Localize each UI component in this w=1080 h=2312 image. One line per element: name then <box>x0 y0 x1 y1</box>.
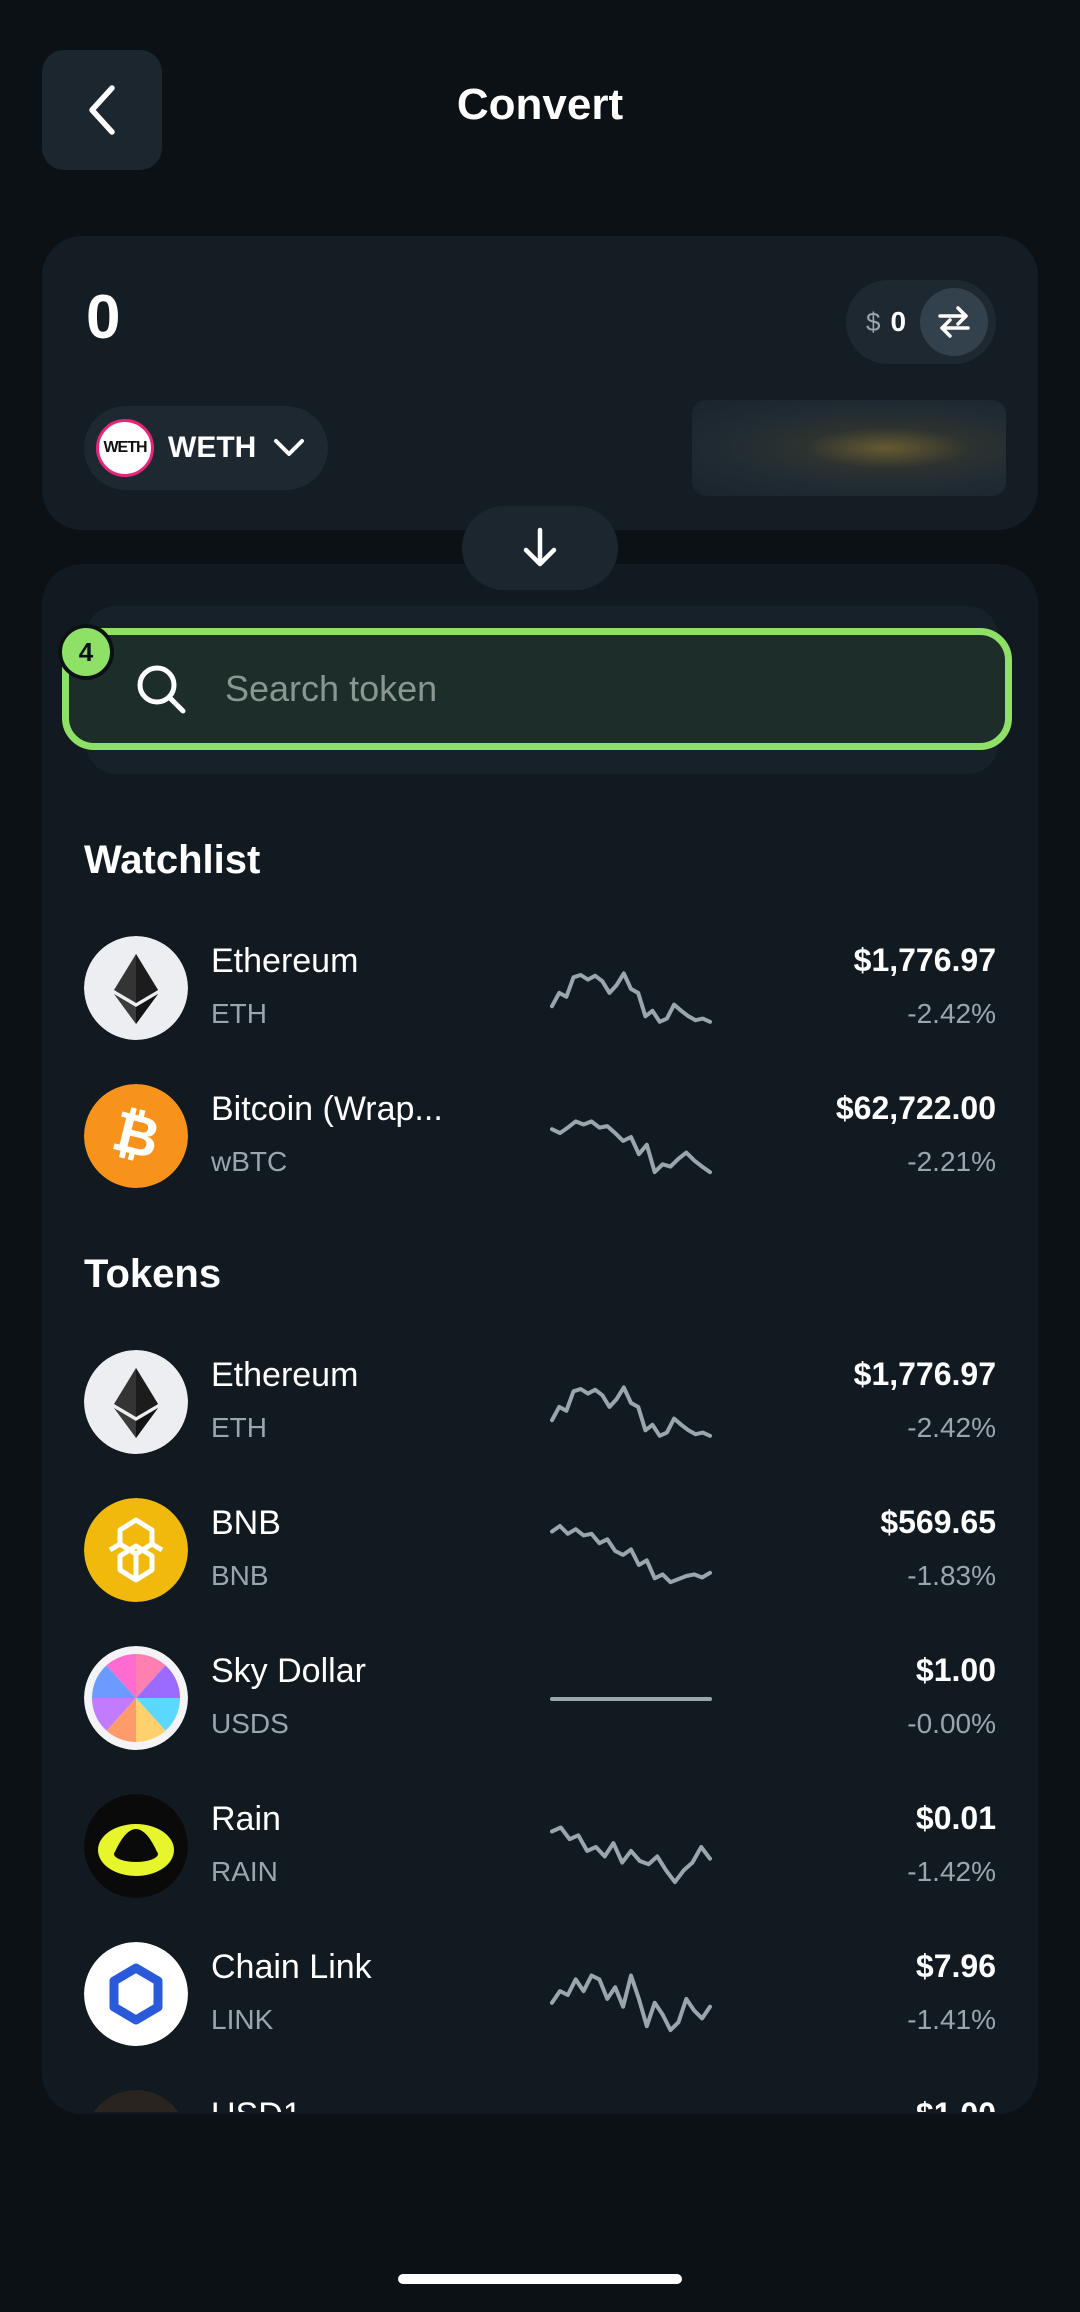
token-price: $1,776.97 <box>853 942 996 978</box>
price-change: -2.21% <box>907 1146 996 1177</box>
usd1-logo-icon <box>84 2090 188 2112</box>
token-symbol: ETH <box>211 998 267 1029</box>
from-token-symbol: WETH <box>168 431 257 464</box>
token-name: Ethereum <box>211 1356 359 1394</box>
token-price: $1.00 <box>915 1652 996 1688</box>
usd-toggle[interactable]: $ 0 <box>846 280 996 364</box>
token-row[interactable]: Ethereum ETH $1,776.97 -2.42% <box>84 934 996 1044</box>
from-token-selector[interactable]: WETH WETH <box>84 406 328 490</box>
token-symbol: ETH <box>211 1412 267 1443</box>
tokens-title: Tokens <box>84 1252 222 1296</box>
token-row[interactable]: Chain Link LINK $7.96 -1.41% <box>84 1940 996 2050</box>
price-sparkline <box>546 1950 716 2040</box>
price-change: -0.00% <box>907 1708 996 1739</box>
price-change: -1.42% <box>907 1856 996 1887</box>
swap-arrows-icon <box>938 306 970 338</box>
price-sparkline <box>546 1654 716 1744</box>
blurred-balance <box>692 400 1006 496</box>
bnb-logo-icon <box>84 1498 188 1602</box>
eth-logo-icon <box>84 936 188 1040</box>
price-sparkline <box>546 1092 716 1182</box>
token-row[interactable]: BNB BNB $569.65 -1.83% <box>84 1496 996 1606</box>
token-price: $62,722.00 <box>835 1090 996 1126</box>
token-symbol: BNB <box>211 1560 269 1591</box>
price-change: -1.83% <box>907 1560 996 1591</box>
token-symbol: USDS <box>211 1708 289 1739</box>
weth-logo: WETH <box>96 419 154 477</box>
price-change: -2.42% <box>907 998 996 1029</box>
price-sparkline <box>546 1358 716 1448</box>
token-row[interactable]: Sky Dollar USDS $1.00 -0.00% <box>84 1644 996 1754</box>
search-field[interactable] <box>62 628 1012 750</box>
amount-input[interactable]: 0 <box>86 282 120 353</box>
step-badge: 4 <box>58 624 114 680</box>
home-indicator[interactable] <box>398 2274 682 2284</box>
link-logo-icon <box>84 1942 188 2046</box>
eth-logo-icon <box>84 1350 188 1454</box>
price-change: -2.42% <box>907 1412 996 1443</box>
token-price: $1.00 <box>916 2096 996 2112</box>
rain-logo-icon <box>84 1794 188 1898</box>
token-row[interactable]: USD1USD1$1.00 <box>84 2088 996 2112</box>
token-row[interactable]: ₿ Bitcoin (Wrap... wBTC $62,722.00 -2.21% <box>84 1082 996 1192</box>
token-name: Ethereum <box>211 942 359 980</box>
page-title: Convert <box>456 80 624 129</box>
token-price: $569.65 <box>880 1504 996 1540</box>
token-row[interactable]: Rain RAIN $0.01 -1.42% <box>84 1792 996 1902</box>
usd-symbol: $ <box>866 306 881 337</box>
token-name: USD1 <box>211 2096 302 2112</box>
token-symbol: LINK <box>211 2004 274 2035</box>
token-symbol: RAIN <box>211 1856 278 1887</box>
price-sparkline <box>546 2098 716 2112</box>
token-row[interactable]: Ethereum ETH $1,776.97 -2.42% <box>84 1348 996 1458</box>
btc-logo-icon: ₿ <box>84 1084 188 1188</box>
price-sparkline <box>546 1506 716 1596</box>
search-input[interactable] <box>223 667 927 711</box>
arrow-down-icon <box>523 527 557 567</box>
swap-currency-button[interactable] <box>920 288 988 356</box>
token-price: $7.96 <box>915 1948 996 1984</box>
watchlist-title: Watchlist <box>84 838 261 882</box>
flip-direction-button[interactable] <box>462 506 618 590</box>
token-symbol: wBTC <box>211 1146 288 1177</box>
usd-value: 0 <box>890 306 907 337</box>
token-name: Sky Dollar <box>211 1652 366 1690</box>
token-name: Bitcoin (Wrap... <box>211 1090 443 1128</box>
price-sparkline <box>546 944 716 1034</box>
token-name: Chain Link <box>211 1948 372 1986</box>
chevron-down-icon <box>274 439 305 456</box>
token-price: $1,776.97 <box>853 1356 996 1392</box>
search-icon <box>137 665 186 714</box>
token-price: $0.01 <box>915 1800 996 1836</box>
price-change: -1.41% <box>907 2004 996 2035</box>
usds-logo-icon <box>84 1646 188 1750</box>
token-name: Rain <box>211 1800 281 1838</box>
price-sparkline <box>546 1802 716 1892</box>
token-name: BNB <box>211 1504 281 1542</box>
